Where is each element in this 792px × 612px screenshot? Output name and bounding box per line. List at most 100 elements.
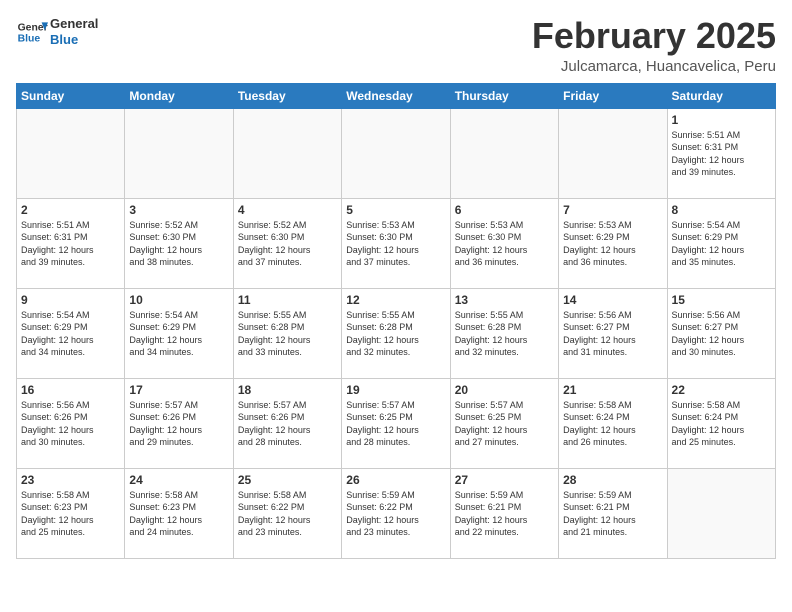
day-number: 20 bbox=[455, 383, 554, 397]
day-info: Sunrise: 5:54 AM Sunset: 6:29 PM Dayligh… bbox=[129, 309, 228, 359]
col-header-saturday: Saturday bbox=[667, 83, 775, 108]
day-number: 28 bbox=[563, 473, 662, 487]
title-block: February 2025 Julcamarca, Huancavelica, … bbox=[532, 16, 776, 75]
day-info: Sunrise: 5:52 AM Sunset: 6:30 PM Dayligh… bbox=[238, 219, 337, 269]
logo-blue: Blue bbox=[50, 32, 98, 48]
day-number: 10 bbox=[129, 293, 228, 307]
day-info: Sunrise: 5:55 AM Sunset: 6:28 PM Dayligh… bbox=[238, 309, 337, 359]
day-info: Sunrise: 5:55 AM Sunset: 6:28 PM Dayligh… bbox=[455, 309, 554, 359]
day-cell bbox=[559, 108, 667, 198]
day-cell: 4 Sunrise: 5:52 AM Sunset: 6:30 PM Daylig… bbox=[233, 198, 341, 288]
day-number: 11 bbox=[238, 293, 337, 307]
day-cell: 23Sunrise: 5:58 AM Sunset: 6:23 PM Dayli… bbox=[17, 468, 125, 558]
calendar-title: February 2025 bbox=[532, 16, 776, 56]
calendar-subtitle: Julcamarca, Huancavelica, Peru bbox=[532, 58, 776, 75]
day-number: 5 bbox=[346, 203, 445, 217]
day-number: 27 bbox=[455, 473, 554, 487]
day-number: 6 bbox=[455, 203, 554, 217]
day-info: Sunrise: 5:56 AM Sunset: 6:26 PM Dayligh… bbox=[21, 399, 120, 449]
week-row-5: 23Sunrise: 5:58 AM Sunset: 6:23 PM Dayli… bbox=[17, 468, 776, 558]
day-number: 17 bbox=[129, 383, 228, 397]
day-info: Sunrise: 5:59 AM Sunset: 6:21 PM Dayligh… bbox=[563, 489, 662, 539]
week-row-1: 1 Sunrise: 5:51 AM Sunset: 6:31 PM Daylig… bbox=[17, 108, 776, 198]
day-cell: 27 Sunrise: 5:59 AM Sunset: 6:21 PM Dayli… bbox=[450, 468, 558, 558]
day-info: Sunrise: 5:59 AM Sunset: 6:22 PM Dayligh… bbox=[346, 489, 445, 539]
day-info: Sunrise: 5:57 AM Sunset: 6:25 PM Dayligh… bbox=[455, 399, 554, 449]
day-number: 24 bbox=[129, 473, 228, 487]
day-cell: 26 Sunrise: 5:59 AM Sunset: 6:22 PM Dayli… bbox=[342, 468, 450, 558]
day-cell bbox=[233, 108, 341, 198]
day-cell: 25 Sunrise: 5:58 AM Sunset: 6:22 PM Dayli… bbox=[233, 468, 341, 558]
day-cell: 1 Sunrise: 5:51 AM Sunset: 6:31 PM Daylig… bbox=[667, 108, 775, 198]
col-header-tuesday: Tuesday bbox=[233, 83, 341, 108]
day-number: 15 bbox=[672, 293, 771, 307]
day-cell: 13 Sunrise: 5:55 AM Sunset: 6:28 PM Dayli… bbox=[450, 288, 558, 378]
day-cell: 8 Sunrise: 5:54 AM Sunset: 6:29 PM Daylig… bbox=[667, 198, 775, 288]
day-info: Sunrise: 5:53 AM Sunset: 6:30 PM Dayligh… bbox=[346, 219, 445, 269]
day-cell: 5 Sunrise: 5:53 AM Sunset: 6:30 PM Daylig… bbox=[342, 198, 450, 288]
day-info: Sunrise: 5:58 AM Sunset: 6:22 PM Dayligh… bbox=[238, 489, 337, 539]
day-info: Sunrise: 5:56 AM Sunset: 6:27 PM Dayligh… bbox=[563, 309, 662, 359]
day-number: 7 bbox=[563, 203, 662, 217]
day-cell: 20 Sunrise: 5:57 AM Sunset: 6:25 PM Dayli… bbox=[450, 378, 558, 468]
day-cell: 19 Sunrise: 5:57 AM Sunset: 6:25 PM Dayli… bbox=[342, 378, 450, 468]
day-cell: 12Sunrise: 5:55 AM Sunset: 6:28 PM Dayli… bbox=[342, 288, 450, 378]
day-cell: 21 Sunrise: 5:58 AM Sunset: 6:24 PM Dayli… bbox=[559, 378, 667, 468]
day-info: Sunrise: 5:51 AM Sunset: 6:31 PM Dayligh… bbox=[672, 129, 771, 179]
day-number: 9 bbox=[21, 293, 120, 307]
day-cell: 2Sunrise: 5:51 AM Sunset: 6:31 PM Daylig… bbox=[17, 198, 125, 288]
day-cell: 16 Sunrise: 5:56 AM Sunset: 6:26 PM Dayli… bbox=[17, 378, 125, 468]
day-info: Sunrise: 5:56 AM Sunset: 6:27 PM Dayligh… bbox=[672, 309, 771, 359]
col-header-sunday: Sunday bbox=[17, 83, 125, 108]
day-number: 14 bbox=[563, 293, 662, 307]
day-info: Sunrise: 5:57 AM Sunset: 6:25 PM Dayligh… bbox=[346, 399, 445, 449]
day-cell bbox=[17, 108, 125, 198]
day-number: 26 bbox=[346, 473, 445, 487]
day-cell: 15 Sunrise: 5:56 AM Sunset: 6:27 PM Dayli… bbox=[667, 288, 775, 378]
calendar-table: SundayMondayTuesdayWednesdayThursdayFrid… bbox=[16, 83, 776, 559]
day-number: 4 bbox=[238, 203, 337, 217]
day-info: Sunrise: 5:58 AM Sunset: 6:23 PM Dayligh… bbox=[21, 489, 120, 539]
week-row-4: 16 Sunrise: 5:56 AM Sunset: 6:26 PM Dayli… bbox=[17, 378, 776, 468]
day-number: 16 bbox=[21, 383, 120, 397]
day-info: Sunrise: 5:54 AM Sunset: 6:29 PM Dayligh… bbox=[672, 219, 771, 269]
day-cell: 14 Sunrise: 5:56 AM Sunset: 6:27 PM Dayli… bbox=[559, 288, 667, 378]
col-header-friday: Friday bbox=[559, 83, 667, 108]
day-info: Sunrise: 5:53 AM Sunset: 6:29 PM Dayligh… bbox=[563, 219, 662, 269]
day-info: Sunrise: 5:53 AM Sunset: 6:30 PM Dayligh… bbox=[455, 219, 554, 269]
day-number: 21 bbox=[563, 383, 662, 397]
week-row-2: 2Sunrise: 5:51 AM Sunset: 6:31 PM Daylig… bbox=[17, 198, 776, 288]
day-number: 19 bbox=[346, 383, 445, 397]
day-cell: 28 Sunrise: 5:59 AM Sunset: 6:21 PM Dayli… bbox=[559, 468, 667, 558]
day-number: 25 bbox=[238, 473, 337, 487]
day-cell: 6 Sunrise: 5:53 AM Sunset: 6:30 PM Daylig… bbox=[450, 198, 558, 288]
day-info: Sunrise: 5:52 AM Sunset: 6:30 PM Dayligh… bbox=[129, 219, 228, 269]
day-cell: 9Sunrise: 5:54 AM Sunset: 6:29 PM Daylig… bbox=[17, 288, 125, 378]
day-cell: 7 Sunrise: 5:53 AM Sunset: 6:29 PM Daylig… bbox=[559, 198, 667, 288]
day-number: 1 bbox=[672, 113, 771, 127]
svg-text:Blue: Blue bbox=[18, 34, 41, 45]
day-cell bbox=[125, 108, 233, 198]
logo-icon: General Blue bbox=[16, 16, 48, 48]
day-info: Sunrise: 5:58 AM Sunset: 6:23 PM Dayligh… bbox=[129, 489, 228, 539]
logo: General Blue General Blue bbox=[16, 16, 98, 48]
day-number: 18 bbox=[238, 383, 337, 397]
day-cell: 17 Sunrise: 5:57 AM Sunset: 6:26 PM Dayli… bbox=[125, 378, 233, 468]
day-cell bbox=[667, 468, 775, 558]
day-cell: 18Sunrise: 5:57 AM Sunset: 6:26 PM Dayli… bbox=[233, 378, 341, 468]
day-info: Sunrise: 5:57 AM Sunset: 6:26 PM Dayligh… bbox=[129, 399, 228, 449]
day-info: Sunrise: 5:58 AM Sunset: 6:24 PM Dayligh… bbox=[563, 399, 662, 449]
day-cell: 11 Sunrise: 5:55 AM Sunset: 6:28 PM Dayli… bbox=[233, 288, 341, 378]
day-number: 13 bbox=[455, 293, 554, 307]
day-cell: 3 Sunrise: 5:52 AM Sunset: 6:30 PM Daylig… bbox=[125, 198, 233, 288]
day-info: Sunrise: 5:59 AM Sunset: 6:21 PM Dayligh… bbox=[455, 489, 554, 539]
day-cell: 24 Sunrise: 5:58 AM Sunset: 6:23 PM Dayli… bbox=[125, 468, 233, 558]
day-number: 8 bbox=[672, 203, 771, 217]
day-cell: 22Sunrise: 5:58 AM Sunset: 6:24 PM Dayli… bbox=[667, 378, 775, 468]
day-number: 12 bbox=[346, 293, 445, 307]
day-number: 22 bbox=[672, 383, 771, 397]
header-row: SundayMondayTuesdayWednesdayThursdayFrid… bbox=[17, 83, 776, 108]
col-header-wednesday: Wednesday bbox=[342, 83, 450, 108]
day-number: 3 bbox=[129, 203, 228, 217]
day-cell bbox=[450, 108, 558, 198]
